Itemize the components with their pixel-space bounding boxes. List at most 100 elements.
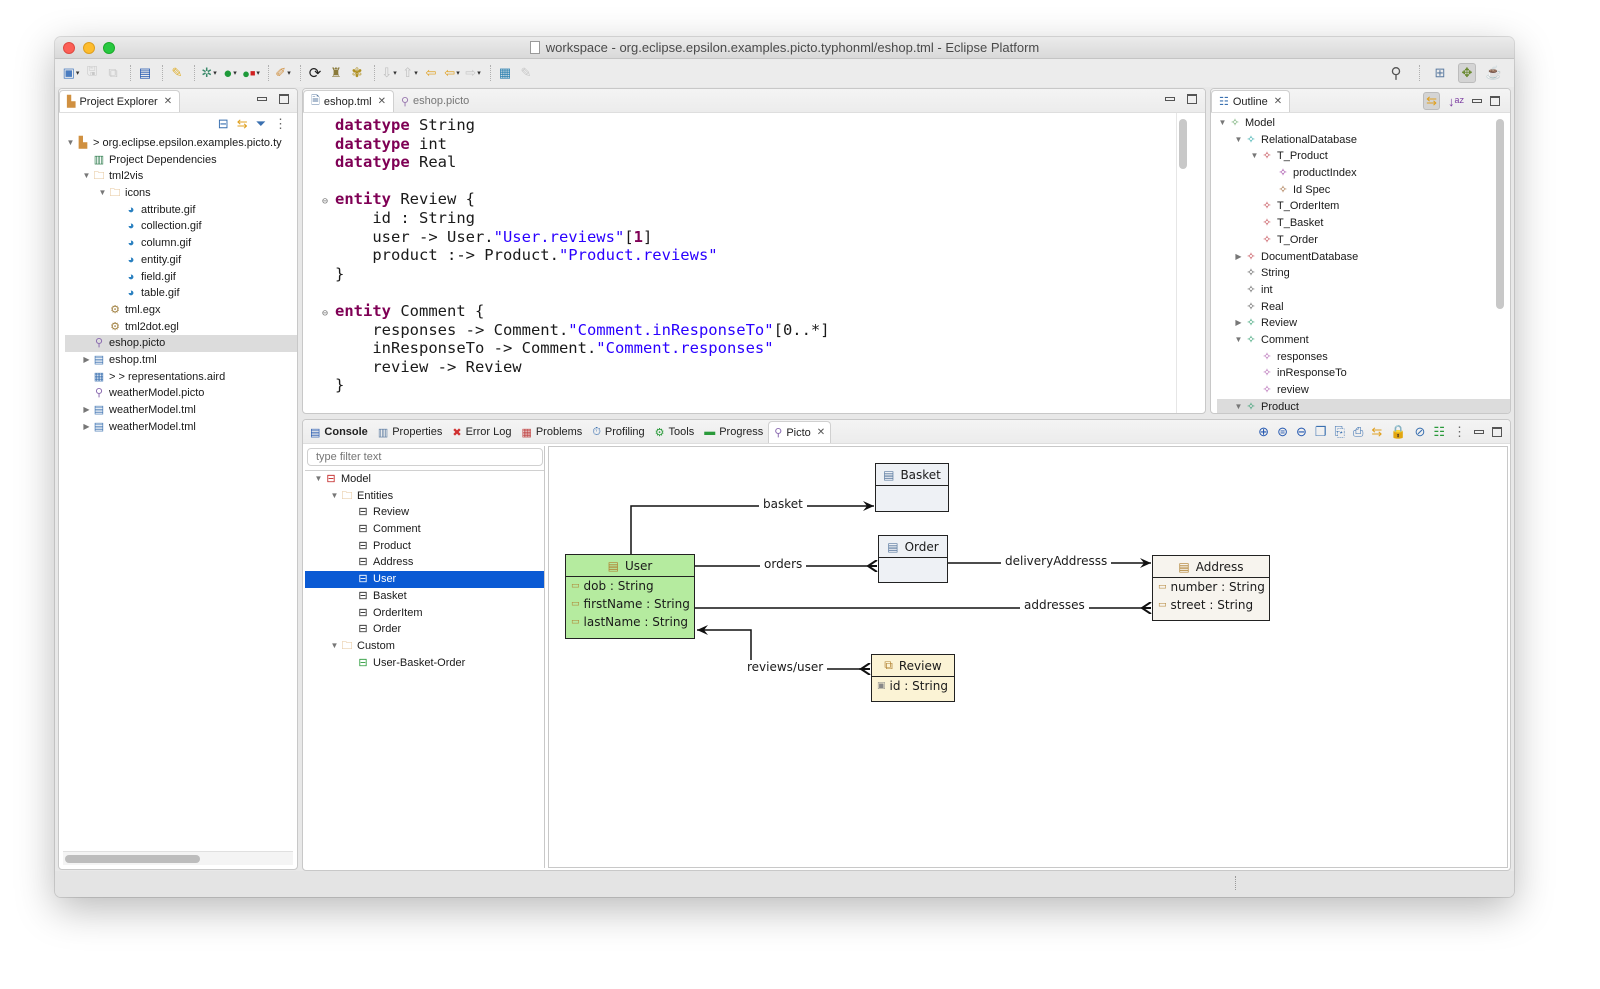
view-tree-item[interactable]: ▼ 🗀 Custom [305,638,544,655]
outline-item[interactable]: ▼ ✧ RelationalDatabase [1217,132,1510,149]
brush-icon[interactable]: ✎ [168,63,186,83]
expand-arrow-icon[interactable]: ▼ [313,471,324,488]
tree-item[interactable]: ▶ ▤ weatherModel.tml [65,402,297,419]
collapse-arrow-icon[interactable]: ▶ [81,352,92,369]
minimize-panel-button[interactable] [1472,99,1482,103]
node-user[interactable]: ▤ User ▭ dob : String ▭ firstName : String … [565,554,695,639]
collapse-arrow-icon[interactable]: ▶ [1233,249,1244,266]
view-tree-item[interactable]: ⊟ OrderItem [305,605,544,622]
more-icon[interactable]: ⋮ [1453,424,1466,440]
tree-item[interactable]: ◕ field.gif [65,269,297,286]
minimize-window-button[interactable] [83,42,95,54]
zoom-window-button[interactable] [103,42,115,54]
maximize-panel-button[interactable] [1490,96,1500,106]
diagram-canvas[interactable]: basket orders deliveryAddresss addresses… [548,446,1508,868]
wizard-icon[interactable]: ♜ [327,63,345,83]
tree-item[interactable]: ▶ ▤ eshop.tml [65,352,297,369]
view-menu-icon[interactable]: ⋮ [274,116,287,132]
view-tree-item[interactable]: ⊟ Address [305,554,544,571]
tree-item[interactable]: ⚲ eshop.picto [65,335,297,352]
search-icon[interactable]: ⚲ [1387,63,1405,83]
collapse-all-icon[interactable]: ⊟ [218,116,229,132]
tree-item[interactable]: ▼ ▙ > org.eclipse.epsilon.examples.picto.t… [65,135,297,152]
outline-item[interactable]: ✧ T_OrderItem [1217,198,1510,215]
save-all-icon[interactable]: ⧉ [104,63,122,83]
close-icon[interactable]: ✕ [164,96,172,107]
filter-input[interactable] [307,448,543,466]
outline-item[interactable]: ▼ ✧ T_Product [1217,148,1510,165]
outline-item[interactable]: ✧ String [1217,265,1510,282]
print-icon[interactable]: ⎙ [1353,424,1363,440]
node-address[interactable]: ▤ Address ▭ number : String ▭ street : Stri… [1152,555,1270,621]
outline-item[interactable]: ✧ review [1217,382,1510,399]
minimize-panel-button[interactable] [1165,97,1175,101]
outline-item[interactable]: ▶ ✧ Review [1217,315,1510,332]
copy-icon[interactable]: ⎘ [1335,424,1345,440]
vertical-scrollbar[interactable] [1496,119,1504,309]
open-task-icon[interactable]: ▦ [496,63,514,83]
run-icon[interactable]: ● ▾ [221,63,239,83]
view-tree-item[interactable]: ▼ 🗀 Entities [305,488,544,505]
tab-outline[interactable]: ☷ Outline ✕ [1211,90,1291,112]
tab-eshop-tml[interactable]: 🗎 eshop.tml ✕ [303,90,394,112]
node-review[interactable]: ⧉ Review ▣ id : String [871,654,955,702]
pen-icon[interactable]: ✐ ▾ [274,63,292,83]
epsilon-perspective-icon[interactable]: ✥ [1458,63,1476,83]
pin-icon[interactable]: ✎ [517,63,535,83]
link-with-editor-icon[interactable]: ⇆ [237,116,248,132]
expand-arrow-icon[interactable]: ▼ [1233,332,1244,349]
back-icon[interactable]: ⇦ ▾ [443,63,461,83]
close-window-button[interactable] [63,42,75,54]
horizontal-scrollbar[interactable] [65,855,200,863]
filter-icon[interactable]: ⏷ [256,116,266,132]
outline-item[interactable]: ✧ inResponseTo [1217,365,1510,382]
lock-icon[interactable]: 🔒 [1390,424,1406,440]
expand-arrow-icon[interactable]: ▼ [65,135,76,152]
new-icon[interactable]: ▣ ▾ [62,63,80,83]
last-edit-icon[interactable]: ⇦ [422,63,440,83]
bee-icon[interactable]: ✾ [348,63,366,83]
tab-eshop-picto[interactable]: ⚲ eshop.picto [394,90,476,112]
view-tree-item[interactable]: ⊟ Comment [305,521,544,538]
outline-item[interactable]: ✧ T_Basket [1217,215,1510,232]
tree-item[interactable]: ▶ ▤ weatherModel.tml [65,419,297,436]
view-tree-item[interactable]: ⊟ Basket [305,588,544,605]
tree-item[interactable]: ⚲ weatherModel.picto [65,385,297,402]
tab-problems[interactable]: ▦ Problems [516,421,587,443]
open-perspective-icon[interactable]: ⊞ [1431,63,1449,83]
tree-item[interactable]: ▥ Project Dependencies [65,152,297,169]
zoom-reset-icon[interactable]: ⊜ [1277,424,1288,440]
collapse-arrow-icon[interactable]: ▶ [1233,315,1244,332]
link-with-editor-icon[interactable]: ⇆ [1423,92,1440,110]
tree-item[interactable]: ◕ collection.gif [65,218,297,235]
view-menu-icon[interactable]: ☷ [1433,424,1445,440]
outline-item[interactable]: ✧ T_Order [1217,232,1510,249]
tab-project-explorer[interactable]: ▙ Project Explorer ✕ [59,90,181,112]
forward-icon[interactable]: ⇨ ▾ [464,63,482,83]
refresh-icon[interactable]: ⟳ [306,63,324,83]
tab-picto[interactable]: ⚲ Picto ✕ [768,421,832,443]
tab-tools[interactable]: ⚙ Tools [650,421,700,443]
view-tree-item[interactable]: ⊟ User-Basket-Order [305,655,544,672]
tree-item[interactable]: ▦ > > representations.aird [65,369,297,386]
tree-item[interactable]: ◕ table.gif [65,285,297,302]
expand-arrow-icon[interactable]: ▼ [1217,115,1228,132]
fold-icon[interactable]: ⊖ [322,305,328,324]
tab-error-log[interactable]: ✖ Error Log [447,421,516,443]
tab-progress[interactable]: ▬ Progress [699,421,768,443]
collapse-arrow-icon[interactable]: ▶ [81,402,92,419]
maximize-panel-button[interactable] [1492,427,1502,437]
maximize-panel-button[interactable] [1187,94,1197,104]
tree-item[interactable]: ⚙ tml2dot.egl [65,319,297,336]
collapse-arrow-icon[interactable]: ▶ [81,419,92,436]
tree-item[interactable]: ◕ attribute.gif [65,202,297,219]
node-basket[interactable]: ▤ Basket [875,463,949,512]
outline-item[interactable]: ▶ ✧ DocumentDatabase [1217,249,1510,266]
zoom-in-icon[interactable]: ⊕ [1258,424,1269,440]
next-annotation-icon[interactable]: ⇩ ▾ [380,63,398,83]
tree-item[interactable]: ▼ 🗀 icons [65,185,297,202]
tree-item[interactable]: ⚙ tml.egx [65,302,297,319]
expand-arrow-icon[interactable]: ▼ [1249,148,1260,165]
save-icon[interactable]: 🖫 [83,63,101,83]
tab-properties[interactable]: ▥ Properties [373,421,448,443]
